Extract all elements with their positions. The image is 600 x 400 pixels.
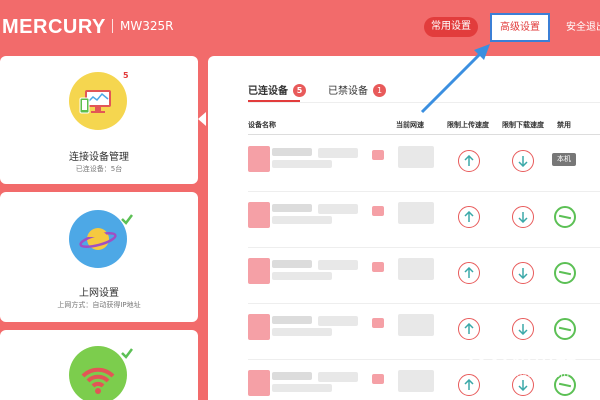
obscured-device-info (248, 258, 270, 284)
tab-label: 已禁设备 (328, 86, 368, 97)
obscured-device-info (318, 316, 358, 326)
nav-common-settings[interactable]: 常用设置 (424, 17, 478, 37)
tab-count-badge: 1 (373, 84, 386, 97)
obscured-device-info (248, 370, 270, 396)
check-icon (121, 214, 133, 225)
obscured-device-info (318, 204, 358, 214)
nav-safe-exit[interactable]: 安全退出 (566, 18, 600, 33)
tab-count-badge: 5 (293, 84, 306, 97)
block-icon (558, 214, 572, 220)
upload-limit-button[interactable] (458, 318, 480, 340)
column-header-name: 设备名称 (248, 121, 276, 129)
download-limit-button[interactable] (512, 206, 534, 228)
obscured-device-info (398, 146, 434, 168)
obscured-device-info (372, 262, 384, 272)
obscured-device-info (272, 148, 312, 156)
obscured-device-info (272, 384, 332, 392)
obscured-device-info (318, 372, 358, 382)
card-wireless-settings[interactable] (0, 330, 198, 400)
watermark: 路由器 luyouqi.com (460, 338, 600, 398)
obscured-device-info (398, 370, 434, 392)
obscured-device-info (248, 202, 270, 228)
upload-limit-button[interactable] (458, 150, 480, 172)
obscured-device-info (272, 204, 312, 212)
device-count-badge: 5 (123, 71, 129, 80)
nav-advanced-settings[interactable]: 高级设置 (490, 13, 550, 42)
block-device-button[interactable] (554, 262, 576, 284)
table-row (248, 248, 600, 304)
table-row (248, 192, 600, 248)
card-title: 上网设置 (79, 288, 119, 299)
tab-connected-devices[interactable]: 已连设备 5 (248, 82, 306, 97)
planet-icon (69, 210, 127, 268)
obscured-device-info (372, 206, 384, 216)
tab-label: 已连设备 (248, 86, 288, 97)
obscured-device-info (272, 328, 332, 336)
logo-divider (112, 19, 113, 33)
card-device-management[interactable]: 5 连接设备管理 已连设备：5台 (0, 56, 198, 184)
card-subtitle: 已连设备：5台 (75, 165, 123, 173)
model-name: MW325R (120, 19, 174, 33)
upload-limit-button[interactable] (458, 206, 480, 228)
block-icon (558, 270, 572, 276)
tab-divider (248, 102, 600, 103)
obscured-device-info (398, 314, 434, 336)
block-icon (558, 326, 572, 332)
download-limit-button[interactable] (512, 150, 534, 172)
check-icon (121, 348, 133, 359)
obscured-device-info (272, 216, 332, 224)
download-limit-button[interactable] (512, 318, 534, 340)
obscured-device-info (272, 272, 332, 280)
obscured-device-info (248, 314, 270, 340)
obscured-device-info (398, 202, 434, 224)
column-header-block: 禁用 (557, 121, 571, 129)
column-header-upload-limit: 限制上传速度 (447, 121, 489, 129)
obscured-device-info (248, 146, 270, 172)
header-divider (248, 134, 600, 135)
obscured-device-info (272, 260, 312, 268)
obscured-device-info (372, 374, 384, 384)
upload-limit-button[interactable] (458, 262, 480, 284)
download-limit-button[interactable] (512, 262, 534, 284)
obscured-device-info (398, 258, 434, 280)
card-title: 连接设备管理 (69, 152, 129, 163)
obscured-device-info (272, 372, 312, 380)
local-device-tag: 本机 (552, 153, 576, 166)
watermark-logo-icon (469, 341, 507, 379)
card-internet-settings[interactable]: 上网设置 上网方式：自动获得IP地址 (0, 192, 198, 322)
obscured-device-info (272, 160, 332, 168)
column-header-download-limit: 限制下载速度 (502, 121, 544, 129)
active-card-pointer (198, 112, 206, 126)
obscured-device-info (372, 318, 384, 328)
block-device-button[interactable] (554, 206, 576, 228)
watermark-text: 路由器 (512, 344, 578, 368)
block-device-button[interactable] (554, 318, 576, 340)
brand-logo: MERCURY (2, 16, 106, 38)
watermark-url: luyouqi.com (514, 370, 570, 380)
top-header: MERCURY MW325R 常用设置 高级设置 安全退出 (0, 0, 600, 52)
card-subtitle: 上网方式：自动获得IP地址 (57, 301, 141, 309)
obscured-device-info (318, 260, 358, 270)
obscured-device-info (372, 150, 384, 160)
wifi-icon (69, 346, 127, 400)
column-header-speed: 当前网速 (396, 121, 424, 129)
devices-monitor-icon (69, 72, 127, 130)
table-row: 本机 (248, 136, 600, 192)
obscured-device-info (318, 148, 358, 158)
obscured-device-info (272, 316, 312, 324)
tab-blocked-devices[interactable]: 已禁设备 1 (328, 82, 386, 97)
